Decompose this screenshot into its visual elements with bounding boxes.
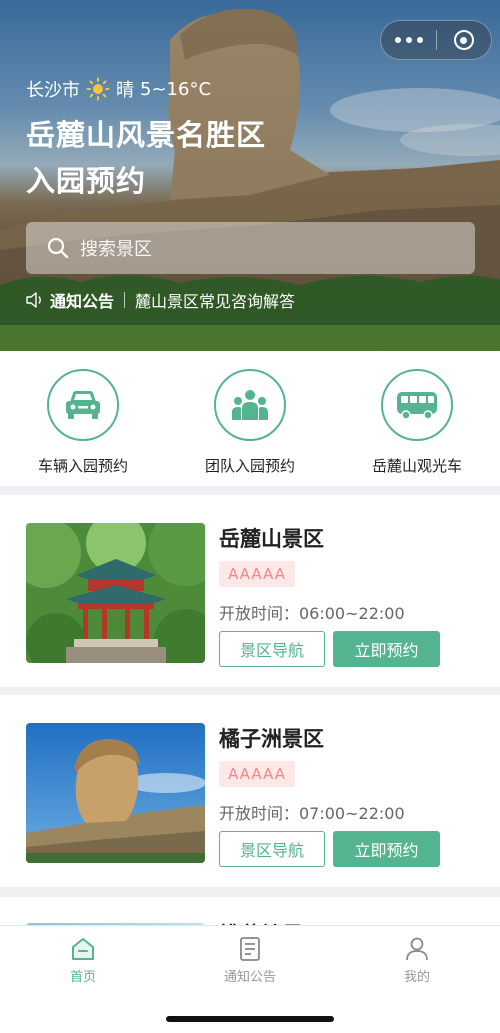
- notice-label: 通知公告: [50, 292, 115, 311]
- quick-nav-group-booking[interactable]: 团队入园预约: [175, 369, 325, 476]
- book-now-button[interactable]: 立即预约: [333, 831, 440, 867]
- mini-program-capsule: [380, 20, 492, 60]
- scenic-name: 橘子洲景区: [219, 727, 324, 751]
- page-title: 岳麓山风景名胜区 入园预约: [26, 118, 267, 198]
- tab-home[interactable]: 首页: [23, 936, 143, 985]
- group-icon: [232, 390, 268, 420]
- weather-bar: 长沙市 晴 5~16°C: [26, 76, 211, 102]
- notice-text[interactable]: 麓山景区常见咨询解答: [135, 288, 295, 312]
- car-icon: [66, 391, 100, 419]
- mini-program-close-icon[interactable]: [437, 20, 491, 60]
- scenic-card-juzizhou[interactable]: 橘子洲景区 AAAAA 开放时间：07:00~22:00 景区导航 立即预约: [0, 695, 500, 887]
- user-icon: [406, 937, 428, 961]
- scenic-photo-pavilion: [26, 523, 205, 663]
- home-icon: [72, 938, 94, 960]
- scenic-name: 岳麓山景区: [219, 527, 324, 551]
- search-placeholder: 搜索景区: [80, 239, 152, 260]
- search-input[interactable]: 搜索景区: [26, 222, 475, 274]
- scenic-navigation-button[interactable]: 景区导航: [219, 631, 325, 667]
- more-dots-icon[interactable]: [381, 20, 436, 60]
- speaker-icon: [26, 292, 41, 308]
- search-icon: [47, 237, 69, 259]
- scenic-navigation-button[interactable]: 景区导航: [219, 831, 325, 867]
- opening-hours: 开放时间：06:00~22:00: [219, 604, 405, 623]
- bus-icon: [397, 392, 437, 420]
- scenic-photo-statue: [26, 723, 205, 863]
- notice-bar[interactable]: 通知公告 麓山景区常见咨询解答: [26, 288, 295, 312]
- quick-nav-vehicle-booking[interactable]: 车辆入园预约: [8, 369, 158, 476]
- grade-badge: AAAAA: [219, 561, 295, 587]
- city-label: 长沙市: [26, 80, 80, 101]
- tab-mine[interactable]: 我的: [357, 936, 477, 985]
- home-indicator: [166, 1016, 334, 1022]
- weather-temperature: 5~16°C: [140, 78, 212, 100]
- opening-hours: 开放时间：07:00~22:00: [219, 804, 405, 823]
- quick-nav-shuttle-bus[interactable]: 岳麓山观光车: [342, 369, 492, 476]
- scenic-card-yuelu[interactable]: 岳麓山景区 AAAAA 开放时间：06:00~22:00 景区导航 立即预约: [0, 495, 500, 687]
- sun-icon: [86, 77, 110, 101]
- weather-condition: 晴: [116, 80, 134, 101]
- book-now-button[interactable]: 立即预约: [333, 631, 440, 667]
- grade-badge: AAAAA: [219, 761, 295, 787]
- quick-nav: 车辆入园预约 团队入园预约 岳麓山观光车: [0, 351, 500, 486]
- notice-doc-icon: [240, 937, 260, 961]
- tab-notices[interactable]: 通知公告: [190, 936, 310, 985]
